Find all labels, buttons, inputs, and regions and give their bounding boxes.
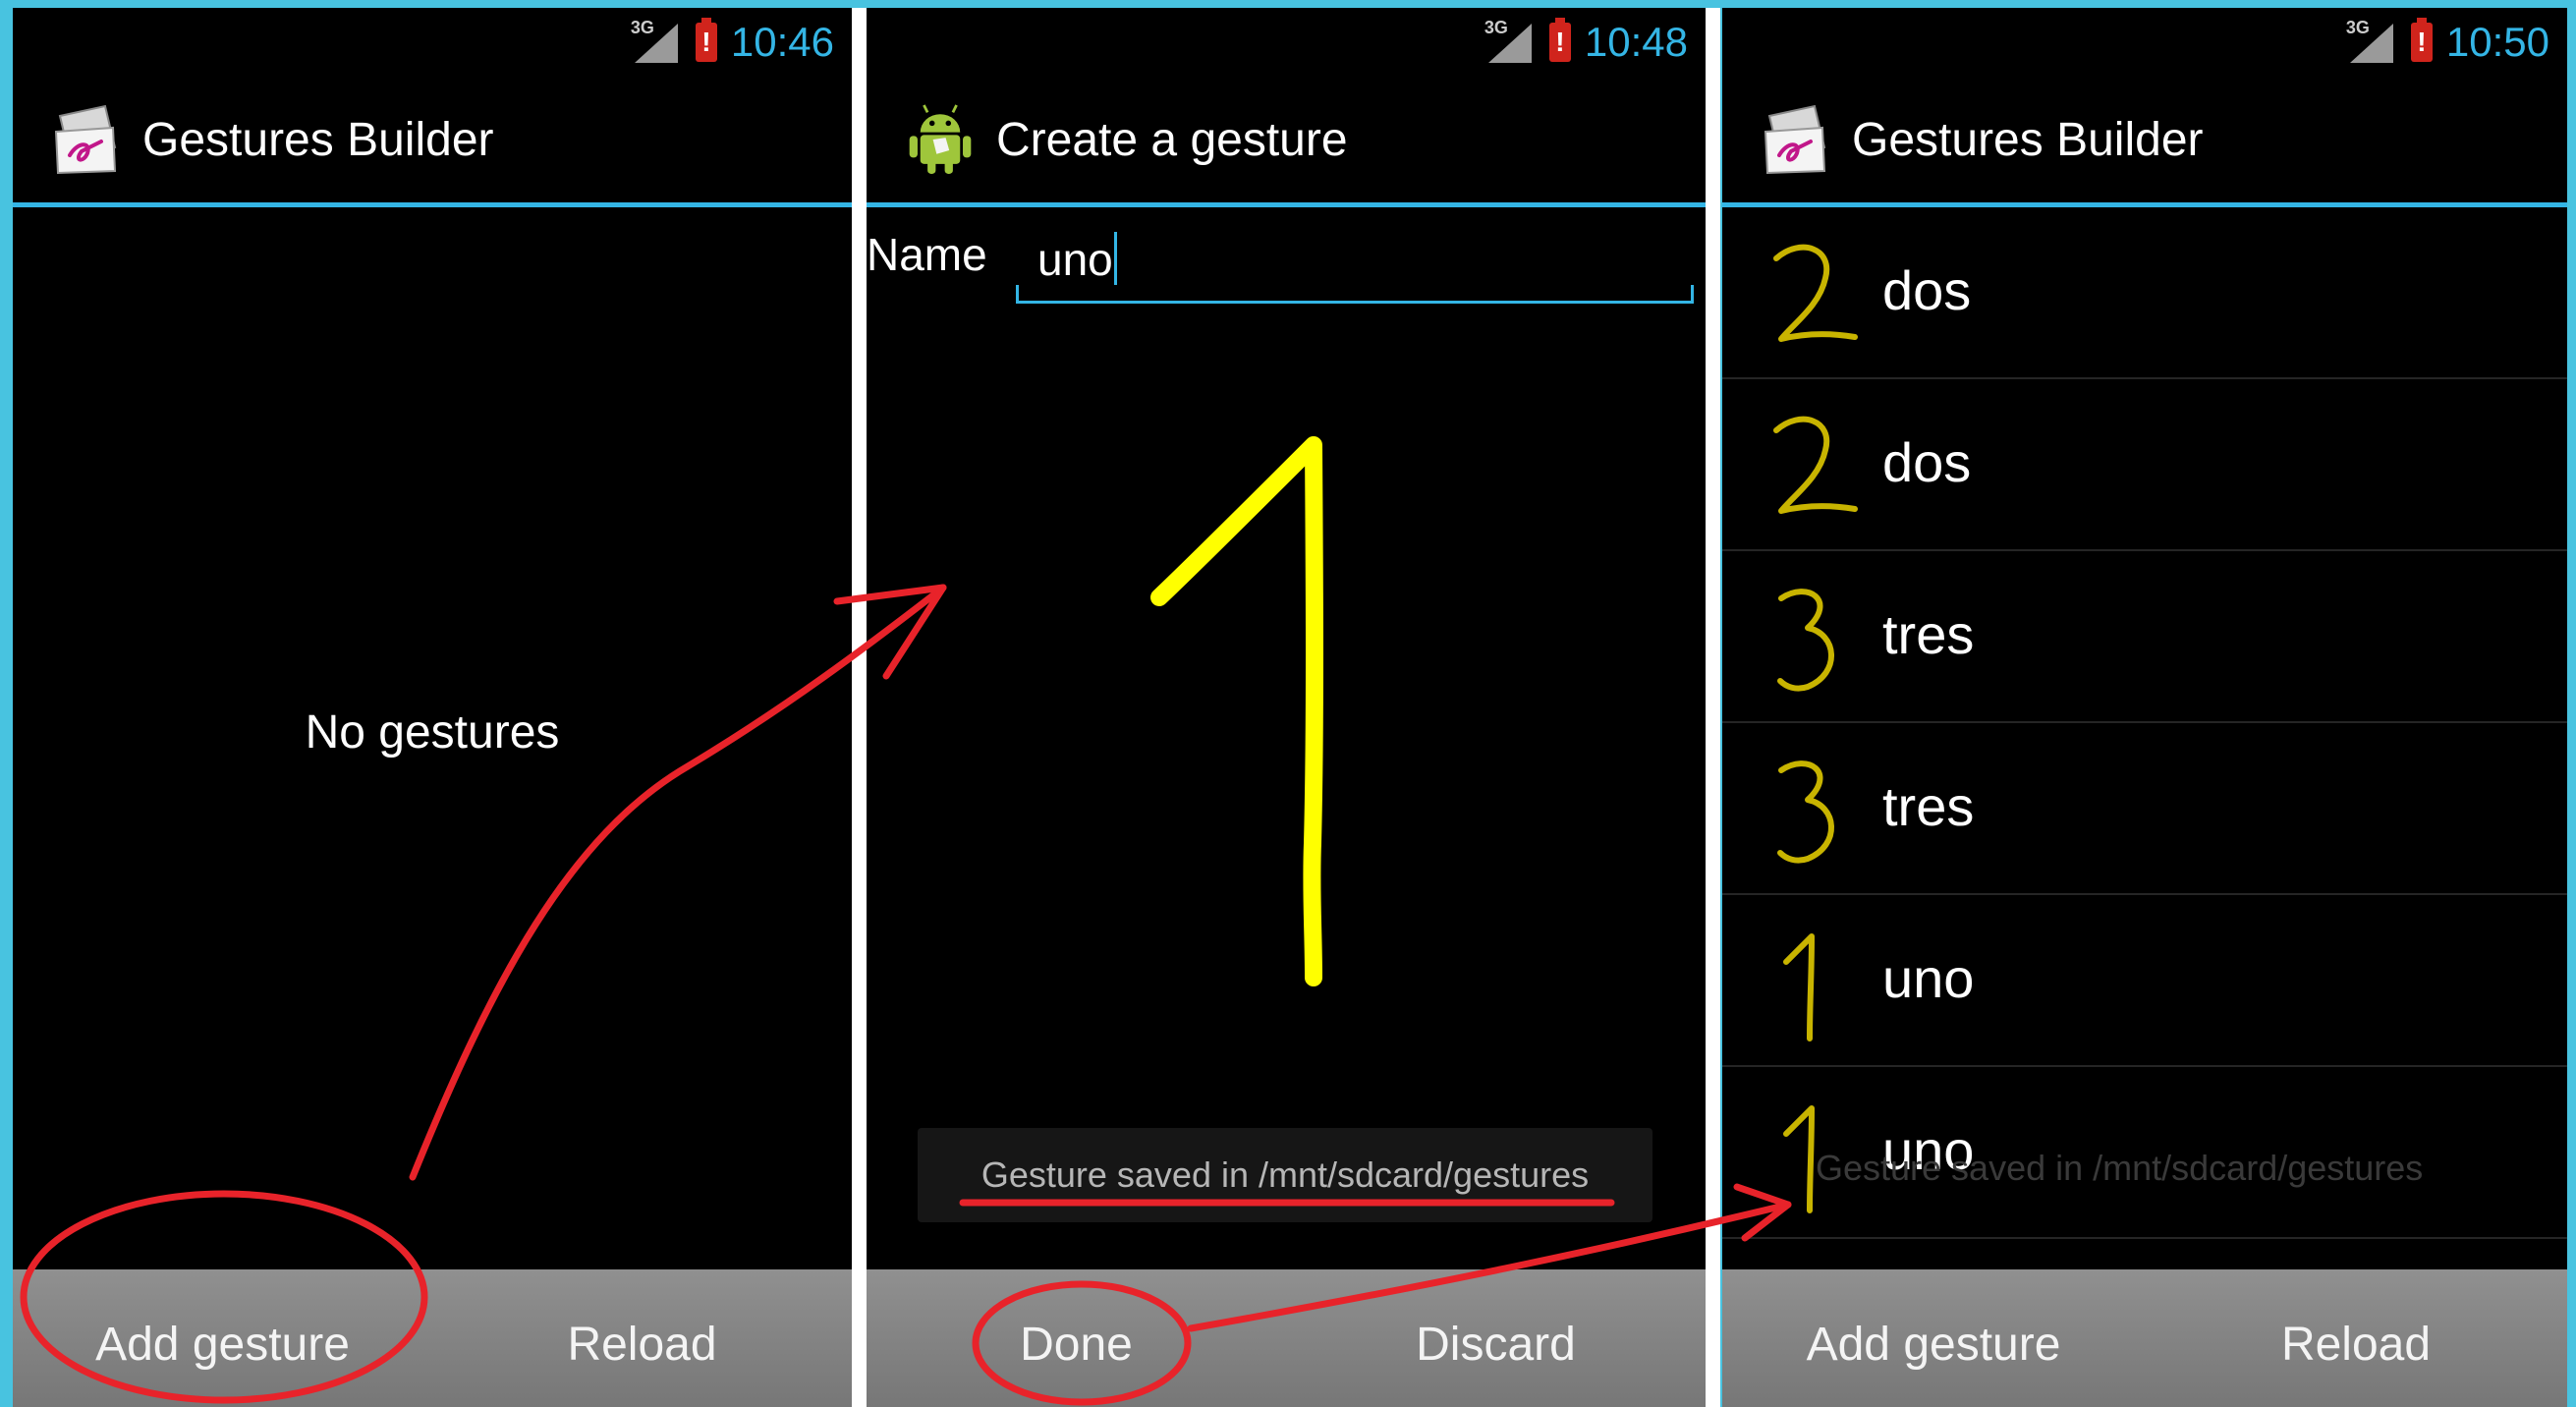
action-bar: Gestures Builder — [13, 77, 852, 207]
toast-fading: Gesture saved in /mnt/sdcard/gestures — [1816, 1148, 2424, 1188]
status-bar: 3G ! 10:46 — [13, 8, 852, 77]
gestures-builder-app-icon — [52, 102, 121, 177]
status-bar: 3G ! 10:50 — [1722, 8, 2567, 77]
gesture-thumbnail-stroke — [1773, 416, 1858, 514]
add-gesture-button[interactable]: Add gesture — [1722, 1269, 2145, 1407]
screen-gestures-builder-empty: 3G ! 10:46 Gestures Builder No gestures … — [13, 8, 852, 1407]
gesture-drawing-canvas[interactable] — [867, 312, 1706, 1108]
gesture-thumbnail-two — [1773, 416, 1858, 514]
action-bar: Gestures Builder — [1722, 77, 2567, 207]
gesture-name-value: uno — [1037, 234, 1113, 285]
signal-icon: 3G — [2345, 18, 2397, 65]
gesture-thumbnail-stroke — [1773, 244, 1858, 342]
gestures-builder-app-icon — [1762, 102, 1830, 177]
gesture-stroke-one — [1150, 436, 1323, 986]
gesture-label: dos — [1882, 259, 1972, 321]
network-type: 3G — [1484, 18, 1508, 37]
gesture-thumbnail-two — [1773, 244, 1858, 342]
battery-low-icon: ! — [1548, 18, 1571, 62]
android-icon — [906, 102, 975, 177]
gesture-thumbnail-stroke — [1777, 589, 1834, 692]
screen-create-gesture: 3G ! 10:48 Create a gesture Name uno Ges… — [867, 8, 1706, 1407]
gesture-name-input[interactable]: uno — [1016, 214, 1694, 304]
panel-divider — [852, 8, 867, 1407]
toast-gesture-saved: Gesture saved in /mnt/sdcard/gestures — [918, 1128, 1652, 1222]
discard-button[interactable]: Discard — [1286, 1269, 1706, 1407]
app-title: Gestures Builder — [142, 113, 494, 166]
network-type: 3G — [630, 18, 654, 37]
screen-gestures-builder-list: 3G ! 10:50 Gestures Builder dos dos tres — [1722, 8, 2567, 1407]
network-type: 3G — [2345, 18, 2370, 37]
gesture-label: tres — [1882, 775, 1975, 837]
status-time: 10:48 — [1584, 19, 1688, 65]
text-cursor — [1113, 232, 1117, 285]
gesture-thumbnail-stroke — [1783, 1105, 1815, 1213]
done-button[interactable]: Done — [867, 1269, 1286, 1407]
reload-button[interactable]: Reload — [432, 1269, 852, 1407]
panel-divider — [1706, 8, 1720, 1407]
status-time: 10:46 — [730, 19, 834, 65]
action-bar: Create a gesture — [867, 77, 1706, 207]
gesture-label: uno — [1882, 947, 1975, 1009]
status-time: 10:50 — [2445, 19, 2549, 65]
battery-low-icon: ! — [695, 18, 717, 62]
gesture-label: tres — [1882, 603, 1975, 665]
gesture-list-item[interactable]: uno — [1722, 895, 2567, 1067]
signal-icon: 3G — [1484, 18, 1536, 65]
app-title: Gestures Builder — [1852, 113, 2204, 166]
button-bar: Done Discard — [867, 1269, 1706, 1407]
status-bar: 3G ! 10:48 — [867, 8, 1706, 77]
gesture-thumbnail-stroke — [1783, 933, 1815, 1041]
button-bar: Add gesture Reload — [13, 1269, 852, 1407]
gesture-label: dos — [1882, 431, 1972, 493]
gesture-thumbnail-one — [1783, 933, 1815, 1041]
gesture-thumbnail-three — [1777, 760, 1834, 864]
gesture-list-item[interactable]: dos — [1722, 379, 2567, 551]
reload-button[interactable]: Reload — [2145, 1269, 2567, 1407]
gesture-list-item[interactable]: tres — [1722, 723, 2567, 895]
signal-icon: 3G — [630, 18, 682, 65]
add-gesture-button[interactable]: Add gesture — [13, 1269, 432, 1407]
gesture-thumbnail-stroke — [1777, 760, 1834, 864]
gesture-thumbnail-three — [1777, 589, 1834, 692]
gesture-list-item[interactable]: tres — [1722, 551, 2567, 723]
gesture-name-row: Name uno — [867, 214, 1706, 304]
battery-low-icon: ! — [2410, 18, 2433, 62]
gesture-list: dos dos tres tres uno uno — [1722, 207, 2567, 1239]
activity-title: Create a gesture — [996, 113, 1348, 166]
gesture-list-item[interactable]: dos — [1722, 207, 2567, 379]
button-bar: Add gesture Reload — [1722, 1269, 2567, 1407]
empty-list-message: No gestures — [305, 706, 560, 759]
name-label: Name — [867, 229, 987, 280]
